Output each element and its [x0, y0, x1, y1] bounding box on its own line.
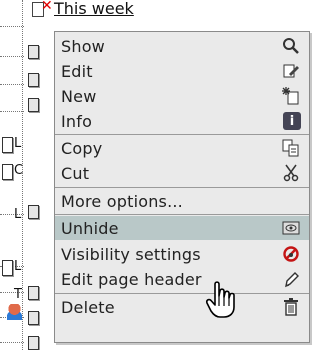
- tree-connector: [0, 84, 24, 85]
- menu-item-copy[interactable]: Copy: [55, 136, 309, 160]
- unhide-icon: [281, 218, 301, 238]
- page-icon[interactable]: [28, 311, 39, 325]
- page-icon[interactable]: [28, 286, 39, 300]
- menu-item-delete[interactable]: Delete: [55, 295, 309, 319]
- copy-icon: [281, 138, 301, 158]
- edit-icon: [281, 61, 301, 81]
- page-icon[interactable]: [28, 73, 39, 87]
- trash-icon: [281, 297, 301, 317]
- tree-item-this-week[interactable]: ✕ This week: [4, 0, 304, 30]
- menu-item-label: Copy: [61, 138, 103, 158]
- tree-connector: [0, 342, 24, 343]
- info-icon: i: [283, 112, 301, 130]
- page-icon[interactable]: [2, 137, 13, 153]
- menu-item-more-options[interactable]: More options...: [55, 189, 309, 213]
- menu-item-label: Edit: [61, 61, 93, 81]
- menu-item-label: Delete: [61, 297, 115, 317]
- menu-separator: [55, 293, 309, 294]
- menu-item-label: Visibility settings: [61, 244, 201, 264]
- menu-item-label: Unhide: [61, 218, 119, 238]
- tree-item-label[interactable]: This week: [54, 0, 134, 18]
- tree-node-letter: L: [14, 259, 22, 274]
- menu-item-unhide[interactable]: Unhide: [55, 216, 309, 240]
- menu-item-label: Info: [61, 111, 93, 131]
- tree-node-letter: L: [14, 207, 22, 222]
- page-icon[interactable]: [2, 164, 13, 180]
- tree-node-letter: C: [14, 163, 24, 178]
- page-icon[interactable]: [28, 45, 39, 59]
- tree-node-letter: L: [14, 136, 22, 151]
- menu-separator: [55, 134, 309, 135]
- visibility-icon: [281, 244, 301, 264]
- page-icon[interactable]: [28, 98, 39, 112]
- menu-separator: [55, 214, 309, 215]
- hidden-marker-icon: ✕: [41, 0, 53, 14]
- pencil-icon: [281, 269, 301, 289]
- menu-item-info[interactable]: Info i: [55, 109, 309, 133]
- page-tree: L C L L T: [0, 0, 60, 350]
- menu-item-label: More options...: [61, 191, 183, 211]
- menu-separator: [55, 187, 309, 188]
- context-menu: Show Edit New Info i Copy Cut More optio…: [54, 31, 310, 343]
- tree-connector: [0, 111, 24, 112]
- menu-item-label: New: [61, 86, 97, 106]
- magnifier-icon: [281, 36, 301, 56]
- menu-item-label: Edit page header: [61, 269, 202, 289]
- tree-connector: [0, 56, 24, 57]
- menu-item-show[interactable]: Show: [55, 34, 309, 58]
- user-icon: [7, 304, 22, 320]
- menu-item-label: Cut: [61, 163, 90, 183]
- page-icon[interactable]: [28, 205, 39, 219]
- menu-item-label: Show: [61, 36, 105, 56]
- menu-item-visibility-settings[interactable]: Visibility settings: [55, 242, 309, 266]
- menu-item-edit-page-header[interactable]: Edit page header: [55, 267, 309, 291]
- menu-item-edit[interactable]: Edit: [55, 59, 309, 83]
- scissors-icon: [281, 163, 301, 183]
- page-icon[interactable]: [28, 336, 39, 350]
- new-icon: [281, 86, 301, 106]
- menu-item-cut[interactable]: Cut: [55, 161, 309, 185]
- page-icon[interactable]: [2, 260, 13, 276]
- tree-node-letter: T: [14, 287, 22, 302]
- menu-item-new[interactable]: New: [55, 84, 309, 108]
